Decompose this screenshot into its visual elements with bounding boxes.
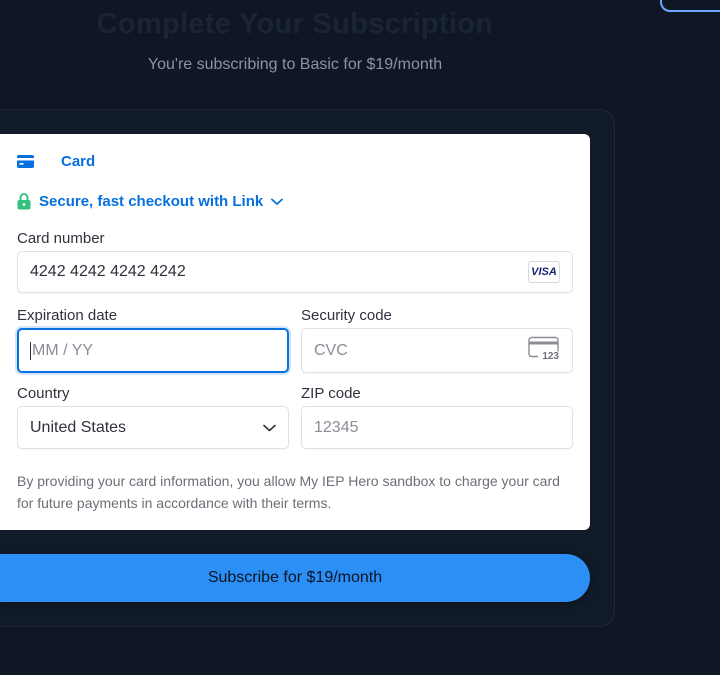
card-number-input[interactable]: 4242 4242 4242 4242 VISA — [17, 251, 573, 293]
subscribe-button[interactable]: Subscribe for $19/month — [0, 554, 590, 602]
link-checkout-text: Secure, fast checkout with Link — [39, 193, 264, 210]
link-checkout-toggle[interactable]: Secure, fast checkout with Link — [17, 193, 284, 210]
security-code-label: Security code — [301, 307, 392, 324]
text-caret — [30, 341, 31, 360]
svg-text:123: 123 — [542, 351, 559, 361]
security-code-placeholder: CVC — [314, 341, 348, 359]
security-code-input[interactable]: CVC 123 — [301, 328, 573, 373]
expiration-input[interactable]: MM / YY — [17, 328, 289, 373]
chevron-down-icon — [263, 424, 276, 431]
zip-code-placeholder: 12345 — [314, 418, 359, 436]
expiration-label: Expiration date — [17, 307, 118, 324]
chevron-down-icon — [271, 198, 284, 205]
country-label: Country — [17, 385, 70, 402]
top-right-control[interactable] — [660, 0, 720, 12]
zip-code-input[interactable]: 12345 — [301, 406, 573, 449]
zip-code-label: ZIP code — [301, 385, 361, 402]
page-subtitle: You're subscribing to Basic for $19/mont… — [147, 56, 443, 73]
lock-icon — [17, 193, 31, 210]
tab-card[interactable]: Card — [17, 151, 95, 171]
card-number-value: 4242 4242 4242 4242 — [30, 263, 186, 280]
expiration-placeholder: MM / YY — [32, 341, 94, 359]
country-value: United States — [30, 418, 127, 436]
visa-icon: VISA — [528, 261, 560, 283]
tab-card-label: Card — [61, 152, 96, 170]
country-select[interactable]: United States — [17, 406, 289, 449]
payment-element: Card Secure, fast checkout with Link Car… — [0, 134, 590, 530]
legal-notice: By providing your card information, you … — [17, 473, 560, 511]
credit-card-icon — [17, 154, 34, 168]
page-title: Complete Your Subscription — [96, 8, 494, 40]
cvc-card-icon: 123 — [528, 336, 560, 362]
card-number-label: Card number — [17, 230, 105, 247]
